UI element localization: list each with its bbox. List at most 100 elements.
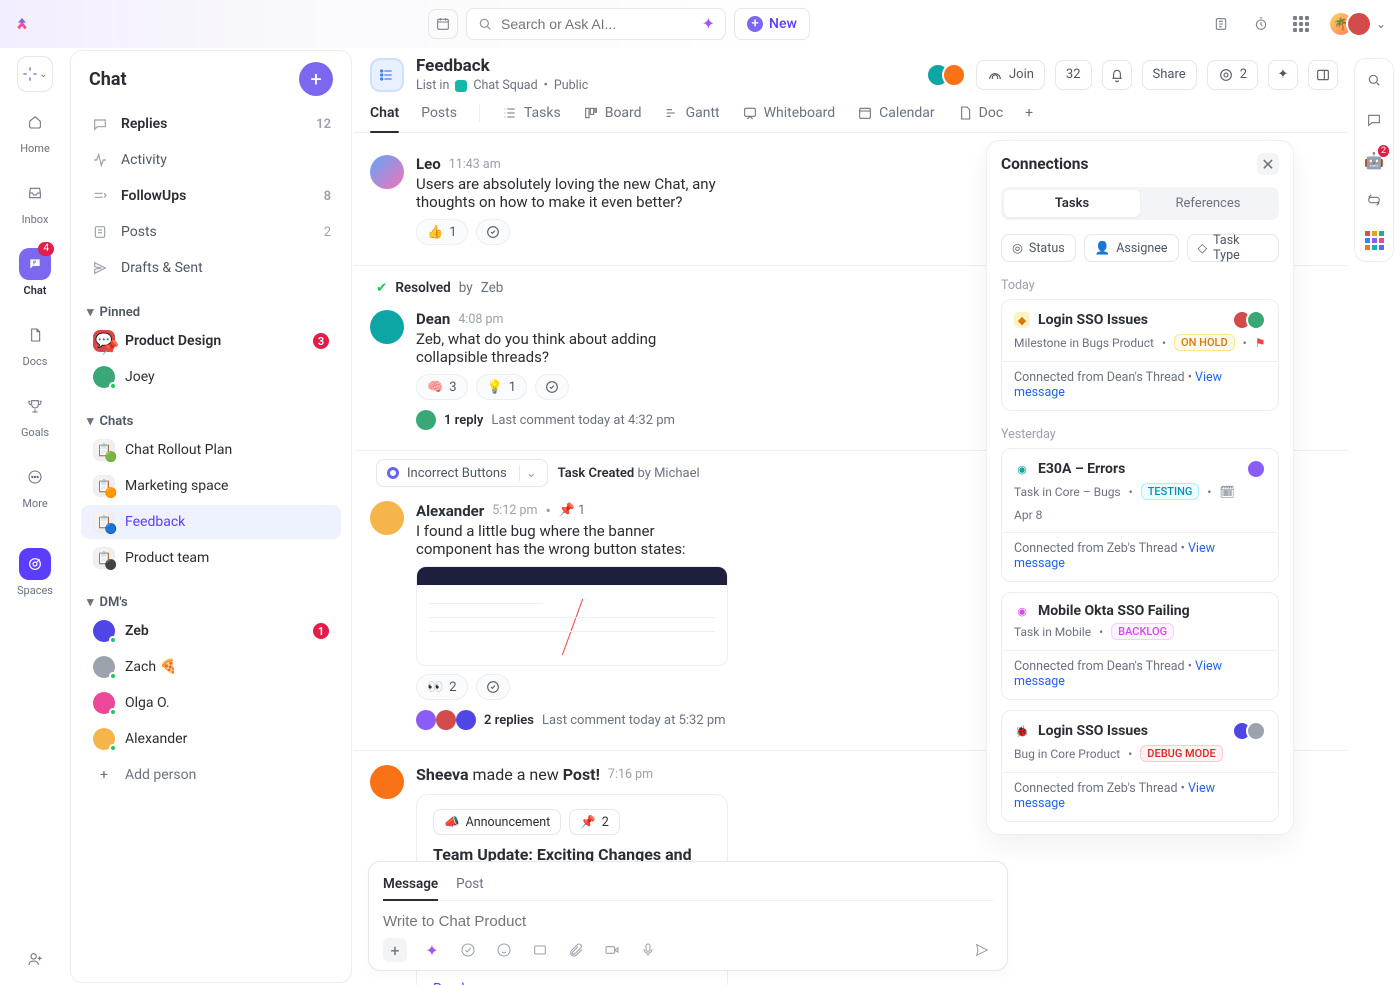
create-task-icon[interactable] (476, 674, 510, 700)
task-chip[interactable]: Incorrect Buttons ⌄ (376, 459, 548, 487)
chat-marketing-space[interactable]: 📋🟠 Marketing space (81, 469, 341, 503)
invite-icon[interactable] (17, 941, 53, 977)
tab-calendar[interactable]: Calendar (857, 93, 935, 132)
message-author[interactable]: Dean (416, 310, 450, 328)
connection-card[interactable]: ◉E30A – Errors Task in Core – Bugs• TEST… (1001, 448, 1279, 582)
thread-link[interactable]: 1 reply Last comment today at 4:32 pm (416, 410, 728, 430)
pinned-joey[interactable]: Joey (81, 360, 341, 394)
rail-more[interactable]: More (10, 453, 60, 518)
seg-references[interactable]: References (1140, 190, 1276, 217)
notes-icon[interactable] (1208, 11, 1234, 37)
close-icon[interactable]: ✕ (1257, 153, 1279, 175)
filter-status[interactable]: ◎ Status (1001, 234, 1076, 262)
image-attachment[interactable] (416, 566, 728, 666)
rail-chat[interactable]: 4#Chat (10, 240, 60, 305)
share-button[interactable]: Share (1142, 60, 1197, 90)
rail-goals[interactable]: Goals (10, 382, 60, 447)
connection-card[interactable]: ◆ Login SSO Issues Milestone in Bugs Pro… (1001, 299, 1279, 411)
section-chats[interactable]: Chats (100, 414, 134, 429)
checkmark-icon[interactable] (457, 939, 479, 961)
add-view-button[interactable]: + (1025, 93, 1033, 132)
tab-tasks[interactable]: Tasks (502, 93, 561, 132)
reaction[interactable]: 👀2 (416, 674, 468, 700)
seg-tasks[interactable]: Tasks (1004, 190, 1140, 217)
member-count-button[interactable]: 32 (1055, 60, 1092, 90)
sidebar-replies[interactable]: Replies 12 (81, 107, 341, 141)
sidebar-posts[interactable]: Posts 2 (81, 215, 341, 249)
join-button[interactable]: Join (976, 60, 1045, 90)
emoji-icon[interactable] (493, 939, 515, 961)
send-button[interactable] (971, 939, 993, 961)
video-icon[interactable] (601, 939, 623, 961)
filter-assignee[interactable]: 👤 Assignee (1084, 234, 1179, 262)
sidebar-drafts[interactable]: Drafts & Sent (81, 251, 341, 285)
reaction[interactable]: 👍1 (416, 219, 468, 245)
tab-board[interactable]: Board (583, 93, 642, 132)
create-task-icon[interactable] (476, 219, 510, 245)
breadcrumb[interactable]: List in Chat Squad • Public (416, 78, 588, 93)
rail-docs[interactable]: Docs (10, 311, 60, 376)
tab-posts[interactable]: Posts (421, 93, 457, 132)
chat-new-button[interactable]: + (299, 62, 333, 96)
color-app-icon[interactable] (1361, 227, 1387, 253)
tab-doc[interactable]: Doc (957, 93, 1004, 132)
thread-link[interactable]: 2 replies Last comment today at 5:32 pm (416, 710, 728, 730)
message-author[interactable]: Leo (416, 155, 441, 173)
tab-chat[interactable]: Chat (370, 93, 399, 132)
apps-grid-icon[interactable] (1288, 11, 1314, 37)
new-button[interactable]: + New (734, 8, 810, 40)
dm-olga[interactable]: Olga O. (81, 686, 341, 720)
attach-plus-icon[interactable]: + (383, 938, 407, 962)
gif-icon[interactable] (529, 939, 551, 961)
ai-sparkle-icon[interactable]: ✦ (702, 14, 715, 33)
search-bar[interactable]: ✦ (466, 8, 726, 40)
create-task-icon[interactable] (535, 374, 569, 400)
comments-icon[interactable] (1361, 107, 1387, 133)
rail-home[interactable]: Home (10, 98, 60, 163)
dm-alexander[interactable]: Alexander (81, 722, 341, 756)
message-author[interactable]: Sheeva (416, 765, 469, 784)
panel-toggle-icon[interactable] (1308, 60, 1338, 90)
workspace-switcher[interactable]: ⌄ (17, 56, 53, 92)
rail-inbox[interactable]: Inbox (10, 169, 60, 234)
ai-chat-icon[interactable]: 🤖2 (1361, 147, 1387, 173)
user-menu[interactable]: 🌴 ⌄ (1328, 11, 1386, 37)
sidebar-followups[interactable]: FollowUps 8 (81, 179, 341, 213)
chat-feedback[interactable]: 📋🔵 Feedback (81, 505, 341, 539)
bell-icon[interactable] (1102, 60, 1132, 90)
dm-zach[interactable]: Zach 🍕 (81, 650, 341, 684)
connection-card[interactable]: ◉Mobile Okta SSO Failing Task in Mobile•… (1001, 592, 1279, 700)
section-pinned[interactable]: Pinned (100, 305, 141, 320)
section-dms[interactable]: DM's (100, 595, 128, 610)
composer-input[interactable] (383, 901, 993, 938)
message-author[interactable]: Alexander (416, 502, 484, 520)
app-logo[interactable] (14, 16, 30, 32)
ai-icon[interactable]: ✦ (1268, 60, 1298, 90)
rail-spaces[interactable]: Spaces (10, 540, 60, 605)
sidebar-activity[interactable]: Activity (81, 143, 341, 177)
reaction[interactable]: 🧠3 (416, 374, 468, 400)
connection-card[interactable]: 🐞Login SSO Issues Bug in Core Product• D… (1001, 710, 1279, 822)
member-avatars[interactable] (926, 63, 966, 87)
chevron-down-icon[interactable]: ⌄ (519, 465, 537, 481)
sync-icon[interactable] (1361, 187, 1387, 213)
ai-icon[interactable]: ✦ (421, 939, 443, 961)
search-icon[interactable] (1361, 67, 1387, 93)
add-person[interactable]: + Add person (81, 758, 341, 792)
dm-zeb[interactable]: Zeb 1 (81, 614, 341, 648)
calendar-icon[interactable] (428, 9, 458, 39)
read-more-link[interactable]: Read more (433, 981, 711, 985)
tab-whiteboard[interactable]: Whiteboard (742, 93, 836, 132)
search-input[interactable] (501, 16, 694, 32)
tab-gantt[interactable]: Gantt (664, 93, 720, 132)
composer-tab-post[interactable]: Post (456, 872, 484, 900)
composer-tab-message[interactable]: Message (383, 872, 438, 900)
following-button[interactable]: 2 (1207, 60, 1258, 90)
attachment-icon[interactable] (565, 939, 587, 961)
chat-product-team[interactable]: 📋⚫ Product team (81, 541, 341, 575)
chat-rollout-plan[interactable]: 📋🟢 Chat Rollout Plan (81, 433, 341, 467)
pinned-product-design[interactable]: 💬📌 Product Design 3 (81, 324, 341, 358)
mic-icon[interactable] (637, 939, 659, 961)
filter-type[interactable]: ◇ Task Type (1187, 234, 1279, 262)
reaction[interactable]: 💡1 (476, 374, 528, 400)
